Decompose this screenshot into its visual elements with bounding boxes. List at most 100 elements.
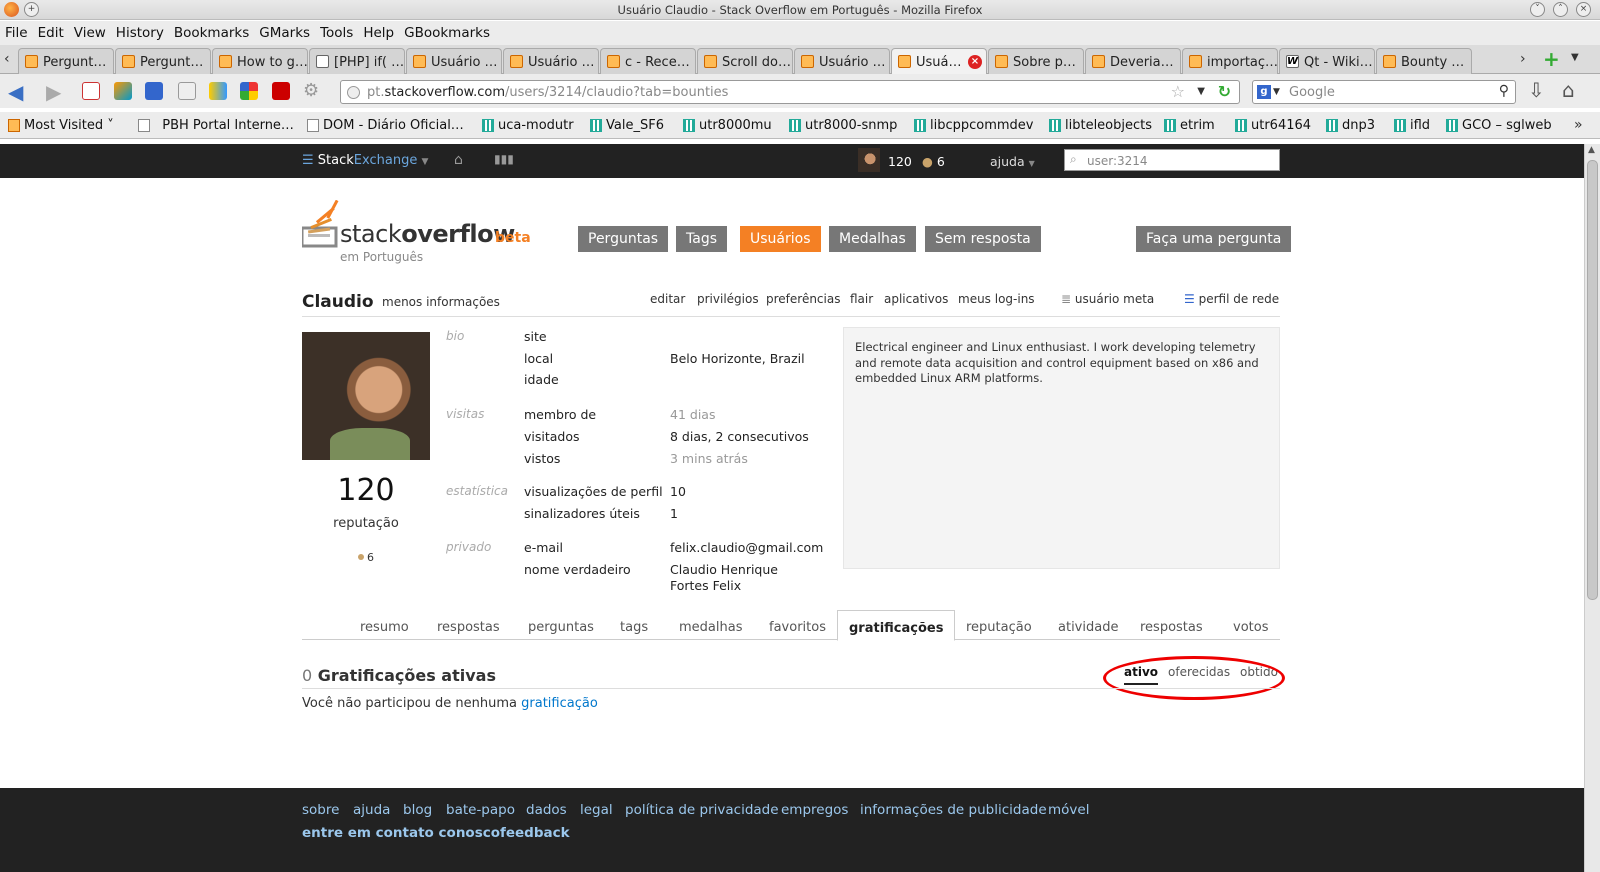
bookmark-item[interactable]: utr8000-snmp <box>789 118 897 133</box>
footer-advertising-link[interactable]: informações de publicidade <box>860 802 1047 818</box>
menu-gbookmarks[interactable]: GBookmarks <box>399 21 495 41</box>
back-icon[interactable]: ◀ <box>8 80 23 104</box>
tab-list-icon[interactable]: ▼ <box>1571 52 1579 63</box>
browser-tab[interactable]: Usuário … <box>794 48 890 74</box>
helpful-flags-value[interactable]: 1 <box>670 506 830 522</box>
search-bar[interactable]: g ▼ Google ⚲ <box>1252 80 1516 104</box>
footer-data-link[interactable]: dados <box>526 802 567 818</box>
tab-responses[interactable]: respostas <box>1140 620 1203 635</box>
forward-icon[interactable]: ▶ <box>46 80 61 104</box>
google-icon[interactable] <box>240 82 258 100</box>
browser-tab[interactable]: Pergunt… <box>18 48 114 74</box>
bookmark-item[interactable]: uca-modutr <box>482 118 574 133</box>
tab-reputation[interactable]: reputação <box>966 620 1032 635</box>
bookmark-item[interactable]: etrim <box>1164 118 1215 133</box>
menu-help[interactable]: Help <box>358 21 399 41</box>
google-search-engine-icon[interactable]: g <box>1257 85 1271 99</box>
site-search-input[interactable]: ⌕ user:3214 <box>1064 149 1280 171</box>
tab-activity[interactable]: atividade <box>1058 620 1118 635</box>
footer-chat-link[interactable]: bate-papo <box>446 802 515 818</box>
bronze-badge-count[interactable]: 6 <box>358 551 374 564</box>
home-icon[interactable]: ⌂ <box>1562 78 1575 102</box>
avatar[interactable] <box>858 148 880 172</box>
tool-icon[interactable] <box>178 82 196 100</box>
url-bar[interactable]: pt.stackoverflow.com/users/3214/claudio?… <box>340 80 1240 104</box>
tab-badges[interactable]: medalhas <box>679 620 742 635</box>
browser-tab-active[interactable]: Usuá… × <box>891 48 987 74</box>
scrollbar-thumb[interactable] <box>1587 160 1598 600</box>
close-tab-icon[interactable]: × <box>968 55 982 69</box>
browser-tab[interactable]: Usuário … <box>406 48 502 74</box>
bookmark-item[interactable]: libcppcommdev <box>914 118 1034 133</box>
tab-summary[interactable]: resumo <box>360 620 409 635</box>
nav-badges-button[interactable]: Medalhas <box>829 226 916 252</box>
browser-tab[interactable]: importaç… <box>1182 48 1278 74</box>
privileges-link[interactable]: privilégios <box>697 292 759 306</box>
tab-bounties[interactable]: gratificações <box>837 610 956 641</box>
menu-view[interactable]: View <box>69 21 111 41</box>
bookmark-item[interactable]: DOM - Diário Oficial… <box>307 118 464 133</box>
tab-scroll-left-icon[interactable]: ‹ <box>4 51 10 67</box>
download-icon[interactable]: ⇩ <box>1528 78 1545 102</box>
footer-help-link[interactable]: ajuda <box>353 802 390 818</box>
bookmark-star-icon[interactable]: ☆ <box>1171 82 1185 101</box>
network-profile-link[interactable]: ☰ perfil de rede <box>1184 292 1279 306</box>
topbar-reputation[interactable]: 120 <box>888 154 912 169</box>
stats-icon[interactable] <box>209 82 227 100</box>
browser-tab[interactable]: Sobre p… <box>988 48 1084 74</box>
bookmark-item[interactable]: dnp3 <box>1326 118 1375 133</box>
gear-icon[interactable]: ⚙ <box>303 80 319 101</box>
tab-tags[interactable]: tags <box>620 620 648 635</box>
bookmarks-overflow-icon[interactable]: » <box>1574 117 1583 133</box>
gmail-icon[interactable] <box>82 82 100 100</box>
footer-mobile-link[interactable]: móvel <box>1048 802 1089 818</box>
nav-tags-button[interactable]: Tags <box>676 226 727 252</box>
topbar-badges[interactable]: ● 6 <box>922 154 945 169</box>
help-menu[interactable]: ajuda ▼ <box>990 154 1035 169</box>
bookmark-item[interactable]: utr64164 <box>1235 118 1311 133</box>
tab-scroll-right-icon[interactable]: › <box>1520 51 1526 67</box>
page-scrollbar[interactable]: ▲ <box>1584 144 1600 872</box>
achievements-icon[interactable]: ▮▮▮ <box>494 152 514 166</box>
menu-file[interactable]: File <box>0 21 33 41</box>
bookmark-item[interactable]: ifld <box>1394 118 1430 133</box>
flair-link[interactable]: flair <box>850 292 873 306</box>
minimize-icon[interactable]: ˅ <box>1530 2 1545 17</box>
menu-tools[interactable]: Tools <box>315 21 358 41</box>
toolbar-button-icon[interactable] <box>145 82 163 100</box>
menu-gmarks[interactable]: GMarks <box>254 21 315 41</box>
new-tab-icon[interactable]: + <box>1543 47 1560 71</box>
search-engine-dropdown-icon[interactable]: ▼ <box>1273 87 1280 97</box>
edit-profile-link[interactable]: editar <box>650 292 685 306</box>
bookmark-item[interactable]: PBH Portal Interne… <box>138 118 294 133</box>
bounty-link[interactable]: gratificação <box>521 696 598 711</box>
binoculars-icon[interactable]: ⚲ <box>1499 83 1509 99</box>
browser-tab[interactable]: Bounty … <box>1376 48 1472 74</box>
my-logins-link[interactable]: meus log-ins <box>958 292 1035 306</box>
browser-tab[interactable]: Pergunt… <box>115 48 211 74</box>
nav-users-button[interactable]: Usuários <box>740 226 821 252</box>
less-info-link[interactable]: menos informações <box>382 295 500 309</box>
menu-bookmarks[interactable]: Bookmarks <box>169 21 254 41</box>
browser-tab[interactable]: How to g… <box>212 48 308 74</box>
maximize-icon[interactable]: ˄ <box>1553 2 1568 17</box>
browser-tab[interactable]: Scroll do… <box>697 48 793 74</box>
tab-answers[interactable]: respostas <box>437 620 500 635</box>
bookmark-item[interactable]: GCO – sglweb <box>1446 118 1552 133</box>
meta-user-link[interactable]: ≣ usuário meta <box>1061 292 1154 306</box>
footer-about-link[interactable]: sobre <box>302 802 339 818</box>
site-logo[interactable]: stackoverflow beta em Português <box>300 199 531 264</box>
footer-legal-link[interactable]: legal <box>580 802 613 818</box>
nav-questions-button[interactable]: Perguntas <box>578 226 669 252</box>
browser-tab[interactable]: [PHP] if( … <box>309 48 405 74</box>
footer-privacy-link[interactable]: política de privacidade <box>625 802 779 818</box>
tab-favorites[interactable]: favoritos <box>769 620 826 635</box>
ask-question-button[interactable]: Faça uma pergunta <box>1136 226 1292 252</box>
stackexchange-menu[interactable]: ☰ StackExchange ▼ <box>302 153 428 168</box>
bookmark-item[interactable]: utr8000mu <box>683 118 772 133</box>
footer-contact-link[interactable]: entre em contato conosco <box>302 825 500 841</box>
browser-tab[interactable]: c - Rece… <box>600 48 696 74</box>
gmarks-icon[interactable] <box>114 82 132 100</box>
menu-edit[interactable]: Edit <box>33 21 69 41</box>
menu-history[interactable]: History <box>111 21 169 41</box>
